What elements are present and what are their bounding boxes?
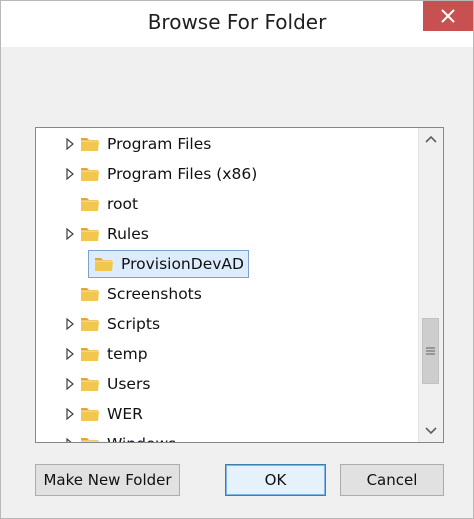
folder-icon: [81, 288, 99, 301]
folder-tree-item-label: Scripts: [107, 315, 161, 333]
scroll-thumb[interactable]: [422, 318, 439, 384]
triangle-right-icon: [66, 438, 72, 442]
close-button[interactable]: [423, 1, 473, 31]
chevron-up-icon: [425, 135, 437, 143]
folder-tree-item-label: Program Files: [107, 135, 212, 153]
expand-toggle[interactable]: [64, 437, 76, 442]
folder-tree-item-label: root: [107, 195, 139, 213]
expand-toggle[interactable]: [64, 167, 76, 181]
cancel-button[interactable]: Cancel: [340, 464, 444, 496]
folder-icon: [81, 408, 99, 421]
chevron-down-icon: [425, 427, 437, 435]
triangle-right-icon: [66, 138, 74, 150]
expand-toggle[interactable]: [64, 137, 76, 151]
folder-tree-item[interactable]: WER: [64, 400, 143, 428]
expand-toggle[interactable]: [64, 227, 76, 241]
folder-tree-item-label: Program Files (x86): [107, 165, 258, 183]
expand-toggle[interactable]: [64, 317, 76, 331]
folder-icon: [81, 438, 99, 442]
folder-tree-item-label: Screenshots: [107, 285, 202, 303]
folder-icon: [81, 198, 99, 211]
folder-tree[interactable]: Program Files Program Files (x86) root Rule…: [35, 127, 444, 443]
folder-icon: [81, 168, 99, 181]
triangle-right-icon: [66, 348, 74, 360]
triangle-right-icon: [66, 408, 74, 420]
folder-icon: [81, 228, 99, 241]
folder-tree-item-label: ProvisionDevAD: [121, 255, 244, 273]
expand-toggle[interactable]: [64, 377, 76, 391]
folder-tree-item[interactable]: Users: [64, 370, 150, 398]
folder-tree-item[interactable]: Program Files (x86): [64, 160, 257, 188]
title-bar[interactable]: Browse For Folder: [1, 1, 473, 47]
scroll-up-button[interactable]: [419, 128, 443, 150]
expand-toggle[interactable]: [64, 407, 76, 421]
browse-for-folder-dialog: Browse For Folder Program Files Program F…: [0, 0, 474, 519]
make-new-folder-button[interactable]: Make New Folder: [35, 464, 180, 496]
triangle-right-icon: [66, 168, 74, 180]
triangle-right-icon: [66, 378, 74, 390]
window-title: Browse For Folder: [147, 10, 327, 34]
selected-folder-highlight: ProvisionDevAD: [88, 250, 249, 278]
folder-tree-item-label: Rules: [107, 225, 149, 243]
folder-tree-item-label: Users: [107, 375, 151, 393]
folder-icon: [95, 258, 113, 271]
ok-button[interactable]: OK: [225, 464, 326, 496]
folder-icon: [81, 348, 99, 361]
triangle-right-icon: [66, 228, 74, 240]
folder-tree-item[interactable]: Screenshots: [64, 280, 202, 308]
folder-icon: [81, 378, 99, 391]
folder-tree-item-label: WER: [107, 405, 143, 423]
folder-tree-item[interactable]: root: [64, 190, 138, 218]
folder-tree-item[interactable]: Scripts: [64, 310, 160, 338]
folder-tree-item-label: temp: [107, 345, 148, 363]
folder-tree-item[interactable]: ProvisionDevAD: [88, 250, 249, 278]
folder-tree-item[interactable]: temp: [64, 340, 148, 368]
scroll-down-button[interactable]: [419, 420, 443, 442]
triangle-right-icon: [66, 318, 74, 330]
folder-tree-item-label: Windows: [107, 435, 176, 442]
folder-icon: [81, 318, 99, 331]
vertical-scrollbar[interactable]: [418, 128, 443, 442]
folder-tree-items: Program Files Program Files (x86) root Rule…: [36, 128, 419, 442]
folder-tree-item[interactable]: Windows: [64, 430, 176, 442]
folder-tree-item[interactable]: Program Files: [64, 130, 211, 158]
grip-icon: [426, 347, 435, 355]
folder-tree-item[interactable]: Rules: [64, 220, 149, 248]
close-icon: [441, 9, 455, 23]
folder-icon: [81, 138, 99, 151]
expand-toggle[interactable]: [64, 347, 76, 361]
